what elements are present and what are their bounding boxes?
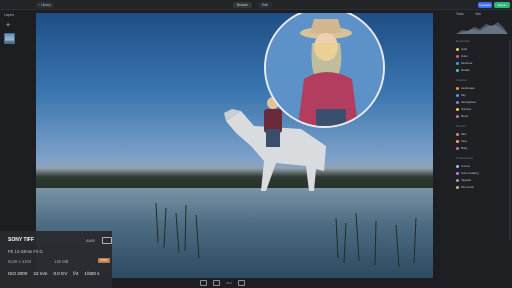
- tool-item[interactable]: Structure: [456, 61, 472, 65]
- tool-item[interactable]: Color: [456, 54, 468, 58]
- top-bar: ‹ Library Browse Edit Upgrade Export: [0, 0, 512, 10]
- exif-focal: 22 mm: [33, 271, 48, 276]
- tool-item[interactable]: Details: [456, 68, 470, 72]
- exif-row: ISO 2000 22 mm 0.0 EV f/4 1/500 s: [8, 271, 99, 276]
- camera-name: SONY TIFF: [8, 237, 35, 243]
- lens-name: FE 12-24mm F4 G: [8, 249, 43, 254]
- tools-section-title: Portrait: [456, 125, 466, 128]
- chevron-left-icon: ‹: [39, 2, 41, 7]
- panel-tabs: Tools Info: [456, 12, 481, 16]
- histogram: [456, 22, 508, 34]
- edit-mode-button[interactable]: Edit: [258, 1, 272, 8]
- back-button[interactable]: ‹ Library: [36, 1, 54, 8]
- white-balance: AWB: [86, 238, 95, 243]
- tool-item-label: Atmosphere: [461, 100, 477, 104]
- tool-item[interactable]: Vignette: [456, 178, 471, 182]
- tool-item-label: Structure: [461, 61, 473, 65]
- tool-icon: [456, 146, 459, 150]
- tool-icon: [456, 171, 459, 175]
- tool-item[interactable]: Light: [456, 47, 467, 51]
- tool-icon: [456, 54, 459, 58]
- tool-icon: [456, 164, 459, 168]
- tools-section-title: Professional: [456, 157, 473, 160]
- tool-item[interactable]: Skin: [456, 132, 466, 136]
- tool-item-label: Light: [461, 47, 468, 51]
- browse-mode-button[interactable]: Browse: [233, 1, 252, 8]
- tools-section-title: Essentials: [456, 40, 470, 43]
- tool-icon: [456, 139, 459, 143]
- tool-item[interactable]: Film Grain: [456, 185, 474, 189]
- tool-item-label: Sky: [461, 93, 466, 97]
- tool-icon: [456, 132, 459, 136]
- tool-item[interactable]: Atmosphere: [456, 100, 476, 104]
- tool-item-label: Details: [461, 68, 470, 72]
- raw-badge: RAW: [98, 258, 110, 263]
- tool-item-label: Curves: [461, 164, 470, 168]
- tools-scrollbar[interactable]: [509, 40, 511, 240]
- tools-panel: [440, 10, 512, 288]
- export-button[interactable]: Export: [494, 1, 510, 8]
- add-layer-icon[interactable]: +: [4, 22, 12, 30]
- tool-icon: [456, 86, 459, 90]
- tool-item[interactable]: Face: [456, 139, 467, 143]
- tool-icon: [456, 100, 459, 104]
- tool-item-label: Color Grading: [461, 171, 479, 175]
- exif-shutter: 1/500 s: [84, 271, 100, 276]
- tool-item[interactable]: Landscape: [456, 86, 475, 90]
- tool-icon: [456, 93, 459, 97]
- tool-item-label: Color: [461, 54, 468, 58]
- tool-item[interactable]: Curves: [456, 164, 470, 168]
- tool-item-label: Film Grain: [461, 185, 474, 189]
- tool-item-label: Vignette: [461, 178, 472, 182]
- tool-icon: [456, 61, 459, 65]
- zoom-level[interactable]: 44%: [226, 281, 232, 285]
- tool-item[interactable]: Mood: [456, 114, 468, 118]
- tool-item-label: Face: [461, 139, 468, 143]
- bottom-toolbar: 44%: [200, 279, 246, 286]
- tool-item-label: Sunrays: [461, 107, 472, 111]
- tool-item[interactable]: Body: [456, 146, 467, 150]
- tool-item-label: Landscape: [461, 86, 475, 90]
- tool-icon: [456, 114, 459, 118]
- tools-section-title: Creative: [456, 79, 468, 82]
- loupe-portrait: [266, 13, 383, 126]
- exif-iso: ISO 2000: [8, 271, 28, 276]
- image-resolution: 6240 x 4160: [8, 259, 32, 264]
- tool-item-label: Body: [461, 146, 468, 150]
- layer-thumbnail[interactable]: [4, 33, 15, 44]
- tool-icon: [456, 47, 459, 51]
- exif-ev: 0.0 EV: [53, 271, 68, 276]
- exif-aperture: f/4: [73, 271, 79, 276]
- tab-info[interactable]: Info: [475, 12, 480, 16]
- tool-item[interactable]: Sunrays: [456, 107, 471, 111]
- back-label: Library: [41, 2, 51, 7]
- tool-icon: [456, 185, 459, 189]
- layers-title: Layers: [4, 13, 15, 17]
- tool-item-label: Mood: [461, 114, 468, 118]
- tool-icon: [456, 68, 459, 72]
- fit-view-icon[interactable]: [213, 279, 220, 286]
- file-size: 135 MB: [54, 259, 69, 264]
- upgrade-button[interactable]: Upgrade: [478, 1, 492, 8]
- white-balance-icon: [102, 237, 112, 244]
- compare-icon[interactable]: [200, 279, 207, 286]
- tool-item[interactable]: Color Grading: [456, 171, 478, 175]
- tool-item[interactable]: Sky: [456, 93, 466, 97]
- tool-icon: [456, 107, 459, 111]
- tool-icon: [456, 178, 459, 182]
- tab-tools[interactable]: Tools: [456, 12, 463, 16]
- hand-tool-icon[interactable]: [238, 279, 246, 286]
- tool-item-label: Skin: [461, 132, 467, 136]
- magnifier-loupe[interactable]: [264, 13, 385, 128]
